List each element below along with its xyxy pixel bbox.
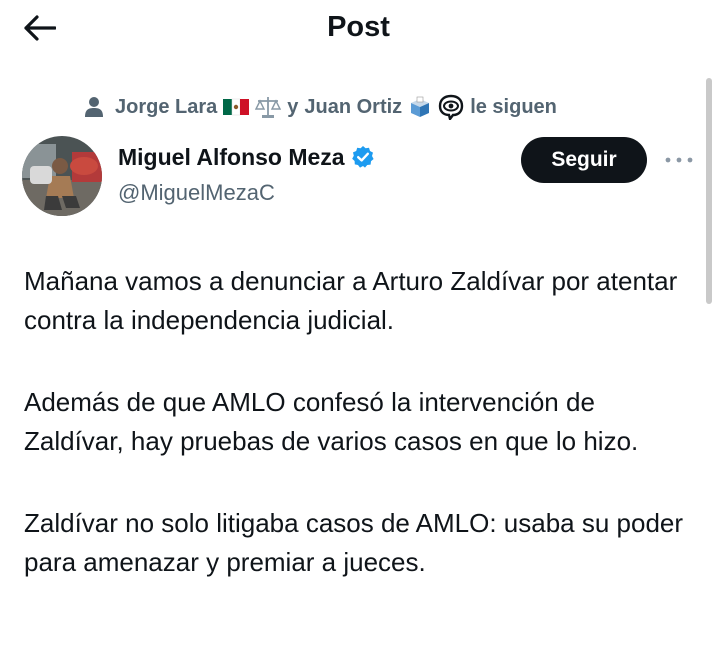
balance-scale-emoji xyxy=(255,95,282,119)
post-paragraph-2: Además de que AMLO confesó la intervenci… xyxy=(24,387,639,456)
avatar[interactable] xyxy=(22,136,102,216)
followers-suffix: le siguen xyxy=(470,95,557,118)
page-title: Post xyxy=(327,11,390,43)
post-paragraph-1: Mañana vamos a denunciar a Arturo Zaldív… xyxy=(24,266,678,335)
person-icon xyxy=(84,96,104,118)
post-paragraph-3: Zaldívar no solo litigaba casos de AMLO:… xyxy=(24,508,684,577)
top-bar: Post xyxy=(0,0,717,56)
social-context: Jorge Lara y Juan Ortiz le siguen xyxy=(84,92,560,122)
author-display-name[interactable]: Miguel Alfonso Meza xyxy=(118,142,375,172)
more-horizontal-icon xyxy=(665,157,693,163)
follow-button[interactable]: Seguir xyxy=(521,137,647,183)
more-options-button[interactable] xyxy=(662,146,696,174)
ballot-box-emoji xyxy=(408,95,432,119)
mexico-flag-emoji xyxy=(223,98,250,116)
follower-name-2[interactable]: Juan Ortiz xyxy=(304,96,402,119)
post-text: Mañana vamos a denunciar a Arturo Zaldív… xyxy=(24,262,696,625)
author-handle[interactable]: @MiguelMezaC xyxy=(118,178,275,208)
author-name-text[interactable]: Miguel Alfonso Meza xyxy=(118,142,345,172)
scrollbar[interactable] xyxy=(706,78,712,304)
follower-name-1[interactable]: Jorge Lara xyxy=(115,96,217,119)
eye-in-speech-bubble-emoji xyxy=(438,94,464,120)
verified-badge-icon[interactable] xyxy=(351,145,375,169)
connector-text: y xyxy=(287,95,299,118)
